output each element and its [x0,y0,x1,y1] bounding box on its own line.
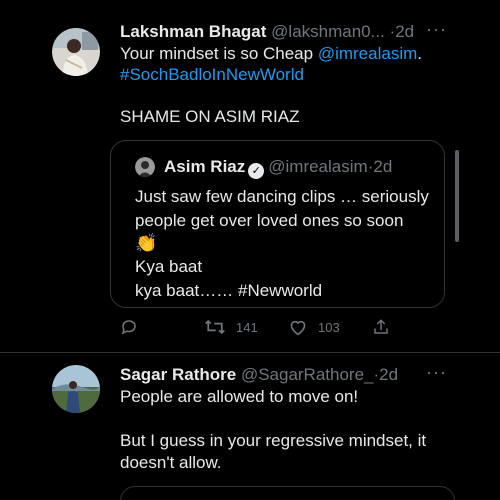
text-line: SHAME ON ASIM RIAZ [120,107,300,126]
quoted-header: Asim Riaz ✓ @imrealasim·2d [164,157,392,179]
user-handle[interactable]: @lakshman0... [271,22,385,41]
hashtag-link[interactable]: #SochBadloInNewWorld [120,65,304,84]
timestamp[interactable]: 2d [379,365,398,384]
text-line: doesn't allow. [120,453,222,472]
quoted-line: Kya baat [135,257,203,276]
quoted-line: kya baat…… #Newworld [135,281,323,300]
like-button[interactable]: 103 [288,318,340,336]
tweet-actions: 141 103 [120,318,390,338]
text-line: People are allowed to move on! [120,387,359,406]
share-icon [374,319,388,334]
tweet-text: Your mindset is so Cheap @imrealasim. #S… [120,43,450,127]
text-part: . [417,44,422,63]
like-icon [290,320,306,336]
tweet-sagar[interactable]: Sagar Rathore @SagarRathore_·2d ··· Peop… [0,353,500,500]
quoted-text: Just saw few dancing clips … seriously p… [135,185,440,303]
quoted-handle[interactable]: @imrealasim [268,157,367,176]
timestamp[interactable]: 2d [395,22,414,41]
more-icon[interactable]: ··· [426,363,447,381]
tweet-text: People are allowed to move on! But I gue… [120,386,460,474]
quoted-timestamp[interactable]: 2d [373,157,392,176]
retweet-count: 141 [236,319,258,335]
avatar-lakshman[interactable] [52,28,100,76]
retweet-button[interactable]: 141 [204,318,258,336]
tweet-lakshman[interactable]: Lakshman Bhagat @lakshman0... ·2d ··· Yo… [0,0,500,352]
like-count: 103 [318,319,340,335]
reply-button[interactable] [120,318,148,336]
clap-emoji: 👏 [135,233,158,254]
avatar-sagar[interactable] [52,365,100,413]
quoted-tweet-partial[interactable] [120,486,455,500]
display-name[interactable]: Sagar Rathore [120,365,236,384]
quoted-tweet[interactable]: Asim Riaz ✓ @imrealasim·2d Just saw few da… [110,140,445,308]
tweet-header: Lakshman Bhagat @lakshman0... ·2d [120,22,414,42]
mention-link[interactable]: @imrealasim [318,44,417,63]
text-line: But I guess in your regressive mindset, … [120,431,427,450]
retweet-icon [205,319,225,335]
share-button[interactable] [372,318,390,336]
avatar-asim[interactable] [135,157,155,177]
quoted-line: people get over loved ones so soon [135,211,404,230]
display-name[interactable]: Lakshman Bhagat [120,22,266,41]
text-part: Your mindset is so Cheap [120,44,318,63]
quote-scrollbar[interactable] [455,150,459,242]
more-icon[interactable]: ··· [426,20,447,38]
tweet-header: Sagar Rathore @SagarRathore_·2d [120,365,398,385]
user-handle[interactable]: @SagarRathore_ [241,365,374,384]
quoted-line: Just saw few dancing clips … seriously [135,187,429,206]
reply-icon [121,320,136,335]
quoted-display-name[interactable]: Asim Riaz [164,157,245,176]
verified-icon: ✓ [248,163,265,179]
